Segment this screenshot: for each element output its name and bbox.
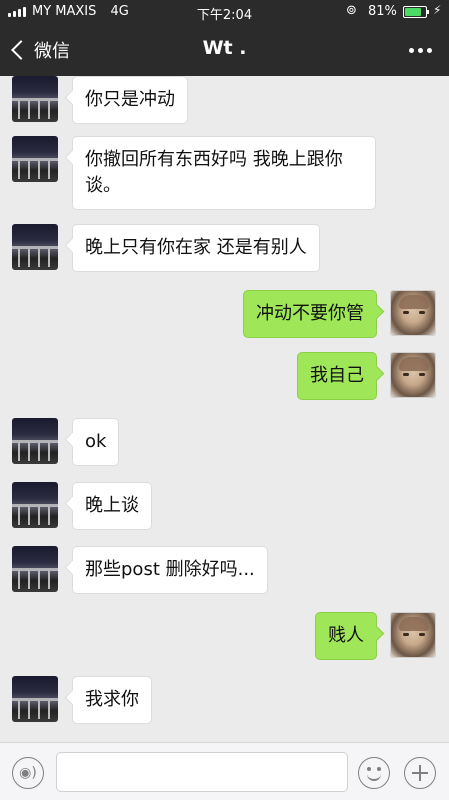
- message-input[interactable]: [56, 752, 348, 792]
- message-bubble-sent[interactable]: 冲动不要你管: [243, 290, 377, 338]
- contact-avatar[interactable]: [12, 418, 58, 464]
- contact-avatar[interactable]: [12, 546, 58, 592]
- contact-avatar[interactable]: [12, 136, 58, 182]
- message-bubble-received[interactable]: 我求你: [72, 676, 152, 724]
- contact-avatar[interactable]: [12, 676, 58, 722]
- battery-icon: [403, 6, 429, 18]
- message-bubble-received[interactable]: 你撤回所有东西好吗 我晚上跟你谈。: [72, 136, 376, 210]
- message-bubble-received[interactable]: 那些post 删除好吗...: [72, 546, 268, 594]
- charging-icon: ⚡: [433, 3, 442, 17]
- chat-title: Wt .: [202, 37, 247, 59]
- message-bubble-received[interactable]: ok: [72, 418, 120, 466]
- emoji-icon[interactable]: [358, 757, 390, 789]
- message-bubble-received[interactable]: 晚上只有你在家 还是有别人: [72, 224, 320, 272]
- chat-area[interactable]: 你只是冲动 你撤回所有东西好吗 我晚上跟你谈。 晚上只有你在家 还是有别人 冲动…: [0, 76, 449, 742]
- my-avatar[interactable]: [390, 612, 436, 658]
- more-dots-icon: [408, 47, 414, 53]
- message-bubble-sent[interactable]: 贱人: [315, 612, 377, 660]
- rotation-lock-icon: ⊚: [346, 3, 357, 18]
- input-bar: ◉): [0, 742, 449, 800]
- more-button[interactable]: [402, 36, 438, 64]
- nav-bar: 微信 Wt .: [0, 24, 449, 76]
- battery-percent: 81%: [368, 4, 397, 19]
- message-bubble-received[interactable]: 你只是冲动: [72, 76, 188, 124]
- message-bubble-sent[interactable]: 我自己: [297, 352, 377, 400]
- message-bubble-received[interactable]: 晚上谈: [72, 482, 152, 530]
- contact-avatar[interactable]: [12, 482, 58, 528]
- voice-icon[interactable]: ◉): [12, 757, 44, 789]
- my-avatar[interactable]: [390, 352, 436, 398]
- contact-avatar[interactable]: [12, 76, 58, 122]
- plus-icon[interactable]: [404, 757, 436, 789]
- status-bar: MY MAXIS 4G 下午2:04 ⊚ 81% ⚡: [0, 0, 449, 24]
- contact-avatar[interactable]: [12, 224, 58, 270]
- my-avatar[interactable]: [390, 290, 436, 336]
